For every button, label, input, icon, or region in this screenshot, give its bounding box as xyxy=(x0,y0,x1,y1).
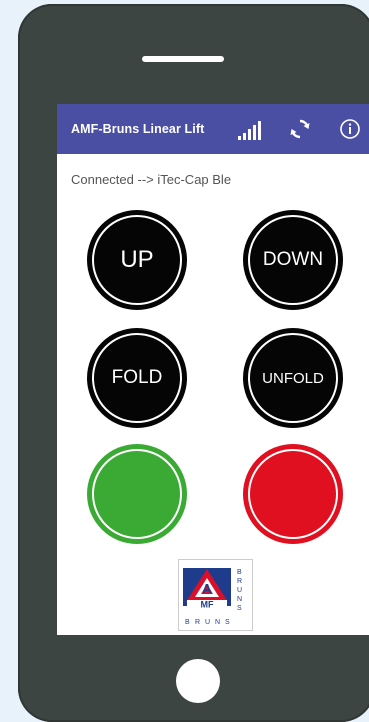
red-button[interactable] xyxy=(243,444,343,544)
svg-text:B: B xyxy=(185,619,190,626)
svg-text:U: U xyxy=(237,587,242,594)
svg-text:R: R xyxy=(237,578,242,585)
phone-speaker xyxy=(142,56,224,62)
svg-text:B: B xyxy=(237,569,242,576)
down-button-label: DOWN xyxy=(262,249,324,270)
unfold-button[interactable]: UNFOLD xyxy=(243,328,343,428)
app-screen: AMF-Bruns Linear Lift Connected --> iTec… xyxy=(57,104,369,635)
svg-text:U: U xyxy=(205,619,210,626)
app-title: AMF-Bruns Linear Lift xyxy=(71,122,205,136)
signal-strength-icon xyxy=(235,116,261,142)
fold-button[interactable]: FOLD xyxy=(87,328,187,428)
amf-bruns-logo: A MF B R U N S B R U N S xyxy=(178,559,253,631)
green-button[interactable] xyxy=(87,444,187,544)
svg-text:A: A xyxy=(202,581,212,596)
home-button[interactable] xyxy=(176,659,220,703)
svg-text:MF: MF xyxy=(201,600,214,610)
connection-status: Connected --> iTec-Cap Ble xyxy=(71,172,232,187)
svg-text:N: N xyxy=(215,619,220,626)
svg-text:N: N xyxy=(237,596,242,603)
down-button[interactable]: DOWN xyxy=(243,210,343,310)
sync-icon[interactable] xyxy=(287,116,313,142)
up-button[interactable]: UP xyxy=(87,210,187,310)
phone-frame: AMF-Bruns Linear Lift Connected --> iTec… xyxy=(18,4,369,722)
up-button-label: UP xyxy=(120,246,154,273)
svg-text:S: S xyxy=(237,605,242,612)
unfold-button-label: UNFOLD xyxy=(262,369,324,387)
fold-button-label: FOLD xyxy=(111,367,163,388)
svg-text:S: S xyxy=(225,619,230,626)
app-bar: AMF-Bruns Linear Lift xyxy=(57,104,369,154)
info-icon[interactable] xyxy=(337,116,363,142)
svg-text:R: R xyxy=(195,619,200,626)
